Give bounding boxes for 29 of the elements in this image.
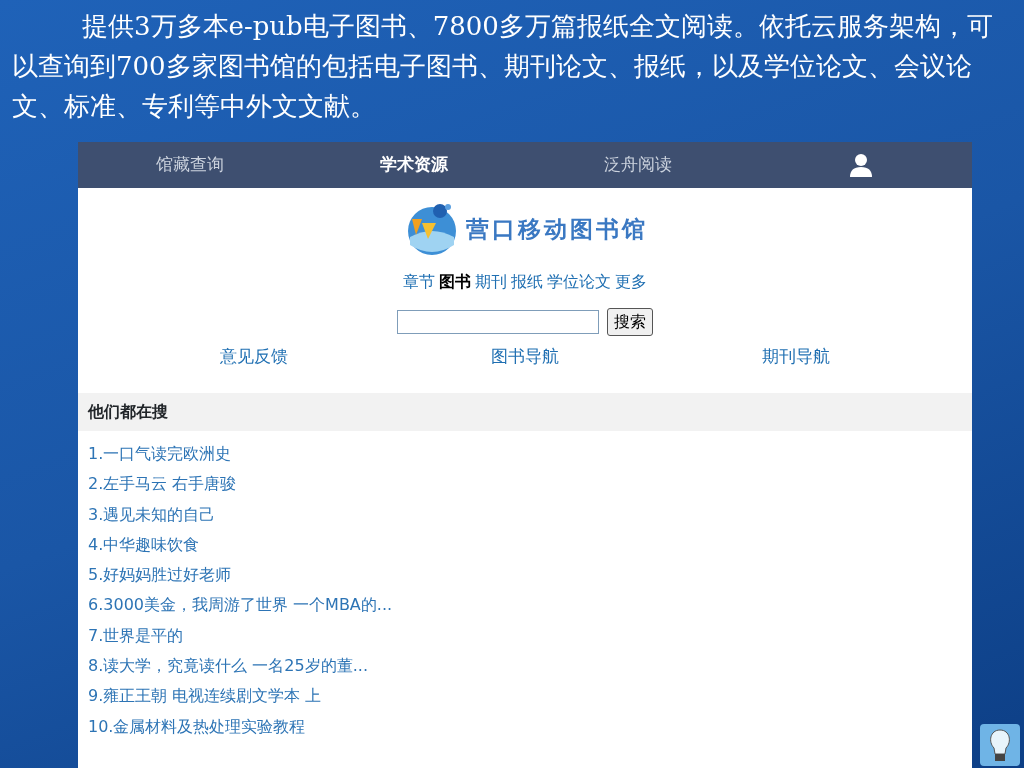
nav-tab[interactable]: 泛舟阅读 <box>526 151 750 179</box>
search-suggestion-link[interactable]: 3.遇见未知的自己 <box>88 499 216 530</box>
search-suggestion-link[interactable]: 9.雍正王朝 电视连续剧文学本 上 <box>88 681 322 712</box>
category-link[interactable]: 报纸 <box>511 270 543 300</box>
search-suggestion-link[interactable]: 5.好妈妈胜过好老师 <box>88 560 232 591</box>
search-suggestion-link[interactable]: 10.金属材料及热处理实验教程 <box>88 711 306 742</box>
category-link[interactable]: 图书 <box>439 270 471 300</box>
search-suggestion-link[interactable]: 6.3000美金，我周游了世界 一个MBA的... <box>88 590 393 621</box>
nav-link[interactable]: 意见反馈 <box>219 344 288 380</box>
search-suggestion-link[interactable]: 8.读大学，究竟读什么 一名25岁的董... <box>88 651 368 682</box>
lightbulb-icon[interactable] <box>980 724 1020 766</box>
category-link[interactable]: 期刊 <box>475 270 507 300</box>
search-suggestion-link[interactable]: 7.世界是平的 <box>88 620 184 652</box>
library-title: 营口移动图书馆 <box>466 214 648 244</box>
nav-link[interactable]: 期刊导航 <box>762 344 831 380</box>
user-icon[interactable] <box>849 153 873 177</box>
search-suggestion-link[interactable]: 2.左手马云 右手唐骏 <box>88 469 237 500</box>
category-link[interactable]: 更多 <box>615 270 647 300</box>
nav-tab[interactable]: 学术资源 <box>302 151 526 179</box>
slide-paragraph: 提供3万多本e-pub电子图书、7800多万篇报纸全文阅读。依托云服务架构，可以查询到700多家图书馆的包括电子图书、期刊论文、报纸，以及学位论文、会议论文、标准、专利等中外文文献。 <box>12 10 994 123</box>
search-suggestion-link[interactable]: 1.一口气读完欧洲史 <box>88 439 232 470</box>
nav-link[interactable]: 图书导航 <box>491 344 559 380</box>
nav-tab[interactable]: 馆藏查询 <box>78 151 302 179</box>
search-field[interactable] <box>397 310 599 334</box>
search-button[interactable]: 搜索 <box>607 308 653 336</box>
category-link[interactable]: 学位论文 <box>547 270 611 300</box>
search-suggestion-link[interactable]: 4.中华趣味饮食 <box>88 529 200 561</box>
category-link[interactable]: 章节 <box>403 270 435 300</box>
section-heading: 他们都在搜 <box>88 401 168 423</box>
